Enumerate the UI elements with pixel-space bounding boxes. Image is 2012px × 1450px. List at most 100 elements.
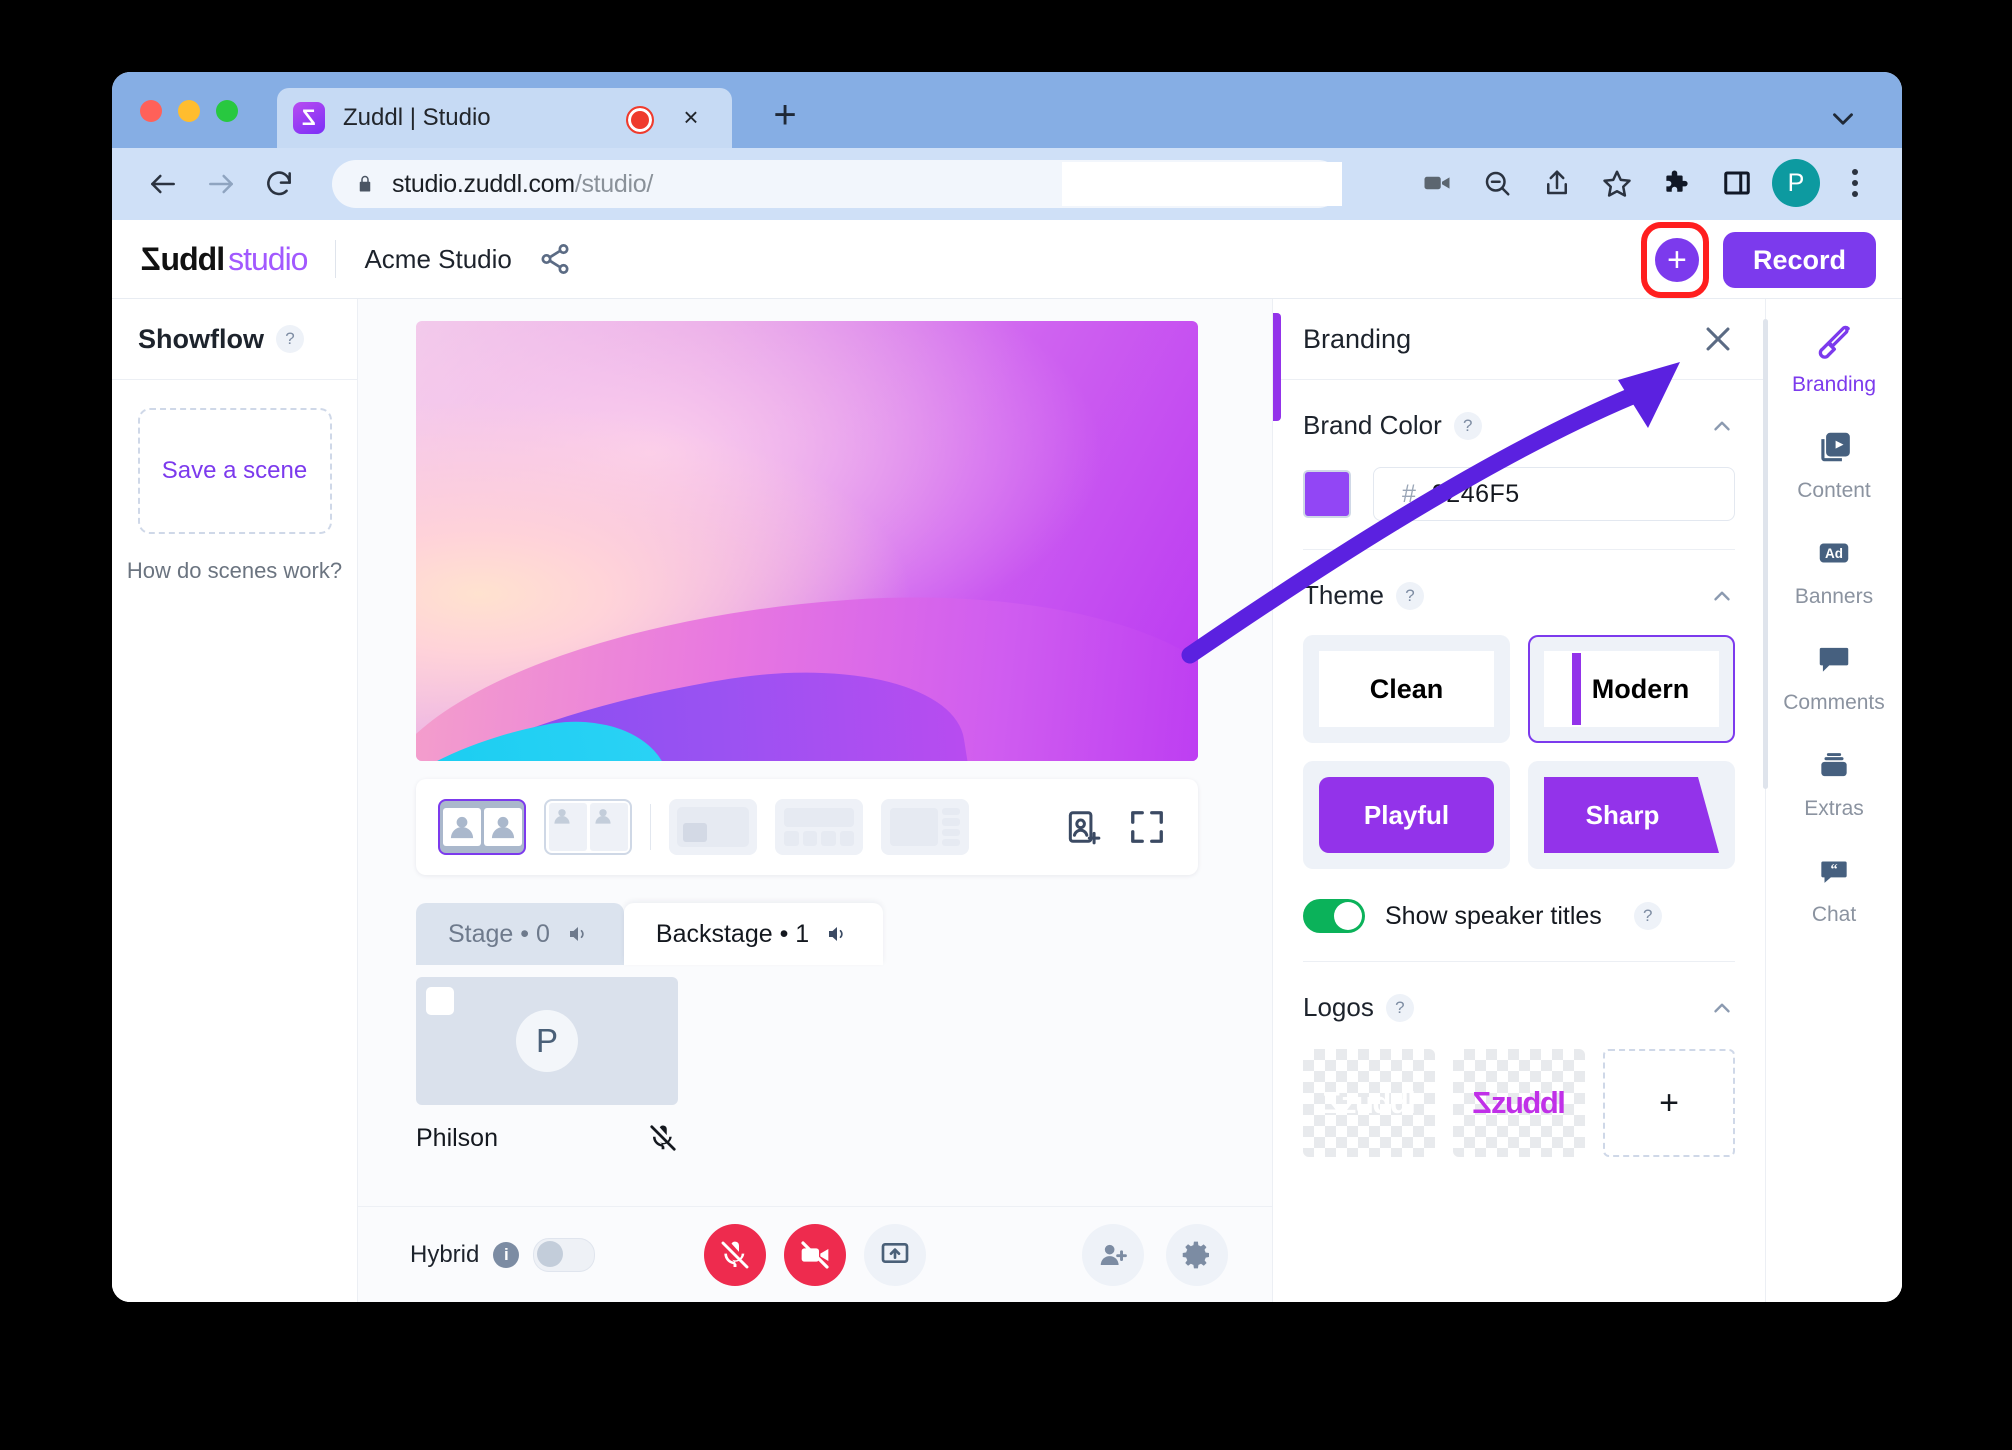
extensions-puzzle-icon[interactable] — [1652, 158, 1702, 208]
logo-mark: Zzuddl — [1473, 1085, 1566, 1120]
tab-backstage-label: Backstage • 1 — [655, 919, 810, 948]
sidebar-title: Showflow — [138, 323, 264, 354]
logos-title: Logos — [1303, 992, 1374, 1022]
maximize-window-button[interactable] — [216, 100, 238, 122]
stage-preview[interactable] — [416, 321, 1198, 761]
close-panel-icon[interactable] — [1701, 322, 1735, 356]
mic-muted-button[interactable] — [704, 1224, 766, 1286]
profile-avatar[interactable]: P — [1772, 159, 1820, 207]
theme-section: Theme ? Clean Modern Playful Sharp Show … — [1273, 550, 1765, 933]
close-tab-icon[interactable]: × — [676, 102, 706, 132]
reload-button[interactable] — [256, 161, 302, 207]
settings-gear-button[interactable] — [1166, 1224, 1228, 1286]
app-header: Zuddl studio Acme Studio + Record — [112, 220, 1902, 299]
new-tab-button[interactable]: + — [767, 95, 803, 135]
chevron-up-icon[interactable] — [1709, 583, 1735, 609]
screenshot-root: Z Zuddl | Studio × + studio.zuddl.com/st… — [0, 0, 2012, 1450]
participant-tile[interactable]: P — [416, 977, 678, 1105]
browser-tab[interactable]: Z Zuddl | Studio × — [277, 88, 732, 148]
theme-option-clean[interactable]: Clean — [1303, 635, 1510, 743]
participant-footer: Philson — [416, 1123, 678, 1153]
brand-color-title: Brand Color — [1303, 410, 1442, 440]
logos-header[interactable]: Logos ? — [1303, 992, 1735, 1023]
panel-scrollbar[interactable] — [1763, 319, 1768, 789]
show-speaker-titles-row: Show speaker titles ? — [1303, 899, 1735, 933]
invite-participant-button[interactable] — [1082, 1224, 1144, 1286]
help-icon[interactable]: ? — [1633, 902, 1662, 930]
highlight-ring — [1640, 222, 1709, 298]
back-button[interactable] — [140, 161, 186, 207]
brush-icon — [1812, 319, 1856, 363]
tab-stage[interactable]: Stage • 0 — [416, 903, 624, 965]
help-icon[interactable]: ? — [275, 325, 304, 353]
color-swatch[interactable] — [1303, 470, 1351, 518]
address-bar[interactable]: studio.zuddl.com/studio/ — [332, 160, 1342, 208]
rail-item-comments[interactable]: Comments — [1766, 637, 1902, 715]
video-camera-icon[interactable] — [1412, 158, 1462, 208]
theme-option-modern[interactable]: Modern — [1528, 635, 1735, 743]
theme-preview: Modern — [1544, 651, 1719, 727]
layout-option-split[interactable] — [544, 799, 632, 855]
close-window-button[interactable] — [140, 100, 162, 122]
panel-header: Branding — [1273, 299, 1765, 380]
layout-option-screenshare-pip[interactable] — [669, 799, 757, 855]
bookmark-star-icon[interactable] — [1592, 158, 1642, 208]
help-icon[interactable]: ? — [1395, 581, 1424, 610]
chevron-up-icon[interactable] — [1709, 413, 1735, 439]
theme-header[interactable]: Theme ? — [1303, 580, 1735, 611]
share-nodes-icon[interactable] — [538, 242, 572, 276]
camera-off-button[interactable] — [784, 1224, 846, 1286]
rail-item-branding[interactable]: Branding — [1766, 319, 1902, 397]
panel-title: Branding — [1303, 323, 1412, 354]
quote-chat-icon: “ — [1812, 849, 1856, 893]
rail-item-content[interactable]: Content — [1766, 425, 1902, 503]
chevron-down-icon[interactable] — [1826, 102, 1860, 136]
rail-item-banners[interactable]: Ad Banners — [1766, 531, 1902, 609]
logo-tile-purple[interactable]: Zzuddl — [1453, 1049, 1585, 1157]
panel-accent-bar — [1273, 313, 1281, 421]
tab-backstage[interactable]: Backstage • 1 — [623, 903, 884, 965]
logo-tile-white[interactable]: Zzuddl — [1303, 1049, 1435, 1157]
forward-button[interactable] — [198, 161, 244, 207]
add-logo-button[interactable]: + — [1603, 1049, 1735, 1157]
theme-options: Clean Modern Playful Sharp — [1303, 635, 1735, 869]
layout-option-two-up[interactable] — [438, 799, 526, 855]
help-icon[interactable]: ? — [1453, 411, 1482, 440]
zoom-out-icon[interactable] — [1472, 158, 1522, 208]
url-text: studio.zuddl.com/studio/ — [392, 169, 654, 198]
bottom-control-bar: Hybrid i — [358, 1206, 1272, 1302]
svg-text:“: “ — [1830, 862, 1837, 878]
share-screen-button[interactable] — [864, 1224, 926, 1286]
add-participant-to-stage-icon[interactable] — [1064, 808, 1102, 846]
kebab-menu-icon[interactable] — [1830, 158, 1880, 208]
layout-cell — [589, 803, 628, 851]
layout-cell — [442, 808, 481, 846]
layout-option-sidebar-grid[interactable] — [881, 799, 969, 855]
help-icon[interactable]: ? — [1385, 993, 1414, 1022]
record-button[interactable]: Record — [1722, 232, 1876, 288]
rail-item-chat[interactable]: “ Chat — [1766, 849, 1902, 927]
share-icon[interactable] — [1532, 158, 1582, 208]
save-scene-button[interactable]: Save a scene — [137, 408, 332, 534]
header-divider — [335, 240, 337, 278]
how-scenes-work-link[interactable]: How do scenes work? — [112, 558, 357, 584]
hybrid-toggle[interactable] — [533, 1238, 596, 1272]
tile-corner-badge — [426, 987, 454, 1015]
theme-label: Playful — [1363, 799, 1450, 830]
show-speaker-titles-toggle[interactable] — [1303, 899, 1365, 933]
participant-avatar: P — [516, 1010, 578, 1072]
side-panel-icon[interactable] — [1712, 158, 1762, 208]
fullscreen-icon[interactable] — [1128, 808, 1166, 846]
hex-input[interactable]: # 9246F5 — [1373, 467, 1735, 521]
theme-option-sharp[interactable]: Sharp — [1528, 761, 1735, 869]
rail-item-extras[interactable]: Extras — [1766, 743, 1902, 821]
rail-label: Content — [1797, 479, 1871, 502]
minimize-window-button[interactable] — [178, 100, 200, 122]
layout-cell — [483, 808, 522, 846]
layout-region-strip — [784, 831, 854, 846]
layout-option-presenter-strip[interactable] — [775, 799, 863, 855]
info-icon[interactable]: i — [493, 1242, 520, 1268]
brand-color-header[interactable]: Brand Color ? — [1303, 410, 1735, 441]
theme-option-playful[interactable]: Playful — [1303, 761, 1510, 869]
chevron-up-icon[interactable] — [1709, 995, 1735, 1021]
